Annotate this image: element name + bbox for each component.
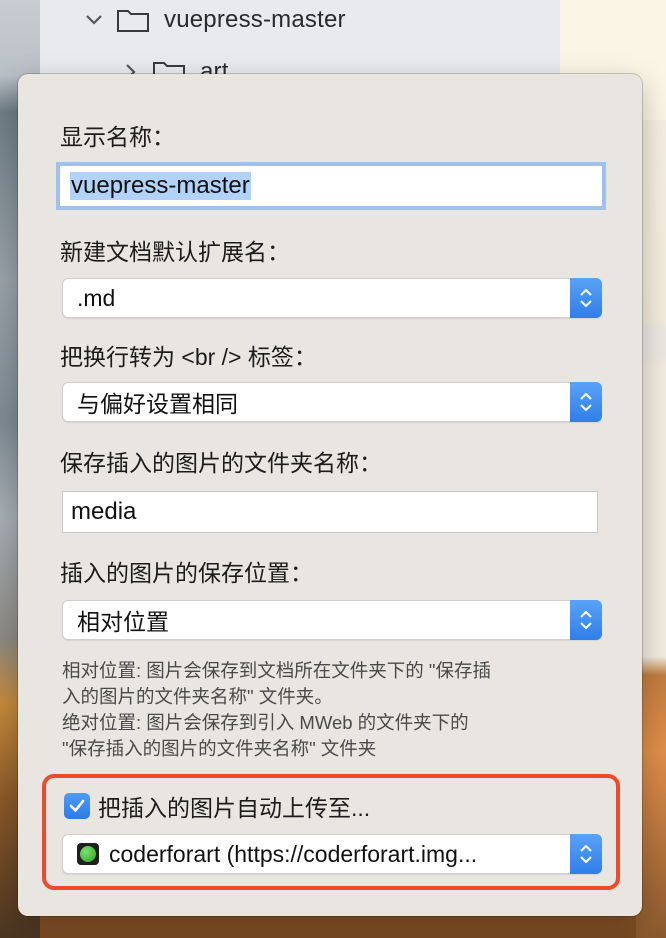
auto-upload-label: 把插入的图片自动上传至... (98, 795, 371, 821)
hint-line: 入的图片的文件夹名称" 文件夹。 (62, 686, 333, 707)
auto-upload-checkbox[interactable] (64, 793, 90, 819)
select-stepper-icon (570, 278, 602, 318)
default-extension-value: .md (77, 284, 116, 311)
folder-icon (117, 10, 149, 32)
hint-line: 绝对位置: 图片会保存到引入 MWeb 的文件夹下的 (62, 712, 469, 733)
select-stepper-icon (570, 600, 602, 640)
default-extension-select[interactable]: .md (62, 278, 602, 318)
tree-row-root[interactable]: vuepress-master (84, 6, 346, 34)
auto-upload-checkbox-row[interactable]: 把插入的图片自动上传至... (64, 789, 370, 823)
image-folder-name-label: 保存插入的图片的文件夹名称： (60, 450, 382, 476)
display-name-input[interactable]: vuepress-master (56, 162, 606, 210)
default-extension-label: 新建文档默认扩展名： (60, 239, 290, 265)
hint-line: 相对位置: 图片会保存到文档所在文件夹下的 "保存插 (62, 660, 491, 681)
folder-settings-popover: 显示名称： vuepress-master 新建文档默认扩展名： .md 把换行… (18, 74, 642, 916)
select-stepper-icon (570, 834, 602, 874)
image-save-location-select[interactable]: 相对位置 (62, 600, 602, 640)
image-save-location-label: 插入的图片的保存位置： (60, 560, 313, 586)
br-conversion-value: 与偏好设置相同 (77, 391, 238, 417)
image-save-location-value: 相对位置 (77, 609, 169, 635)
tree-item-label: vuepress-master (164, 6, 346, 33)
checkmark-icon (69, 799, 85, 812)
upload-service-value: coderforart (https://coderforart.img... (109, 840, 478, 867)
image-folder-name-value: media (71, 498, 137, 525)
save-location-hint: 相对位置: 图片会保存到文档所在文件夹下的 "保存插 入的图片的文件夹名称" 文… (62, 658, 622, 762)
br-conversion-label: 把换行转为 <br /> 标签： (60, 344, 317, 370)
image-folder-name-input[interactable]: media (62, 491, 598, 533)
hint-line: "保存插入的图片的文件夹名称" 文件夹 (62, 738, 377, 759)
select-stepper-icon (570, 382, 602, 422)
display-name-value: vuepress-master (70, 172, 251, 200)
service-status-icon (77, 843, 99, 865)
upload-service-select[interactable]: coderforart (https://coderforart.img... (62, 834, 602, 874)
chevron-down-icon[interactable] (84, 10, 104, 30)
display-name-label: 显示名称： (60, 124, 175, 150)
br-conversion-select[interactable]: 与偏好设置相同 (62, 382, 602, 422)
